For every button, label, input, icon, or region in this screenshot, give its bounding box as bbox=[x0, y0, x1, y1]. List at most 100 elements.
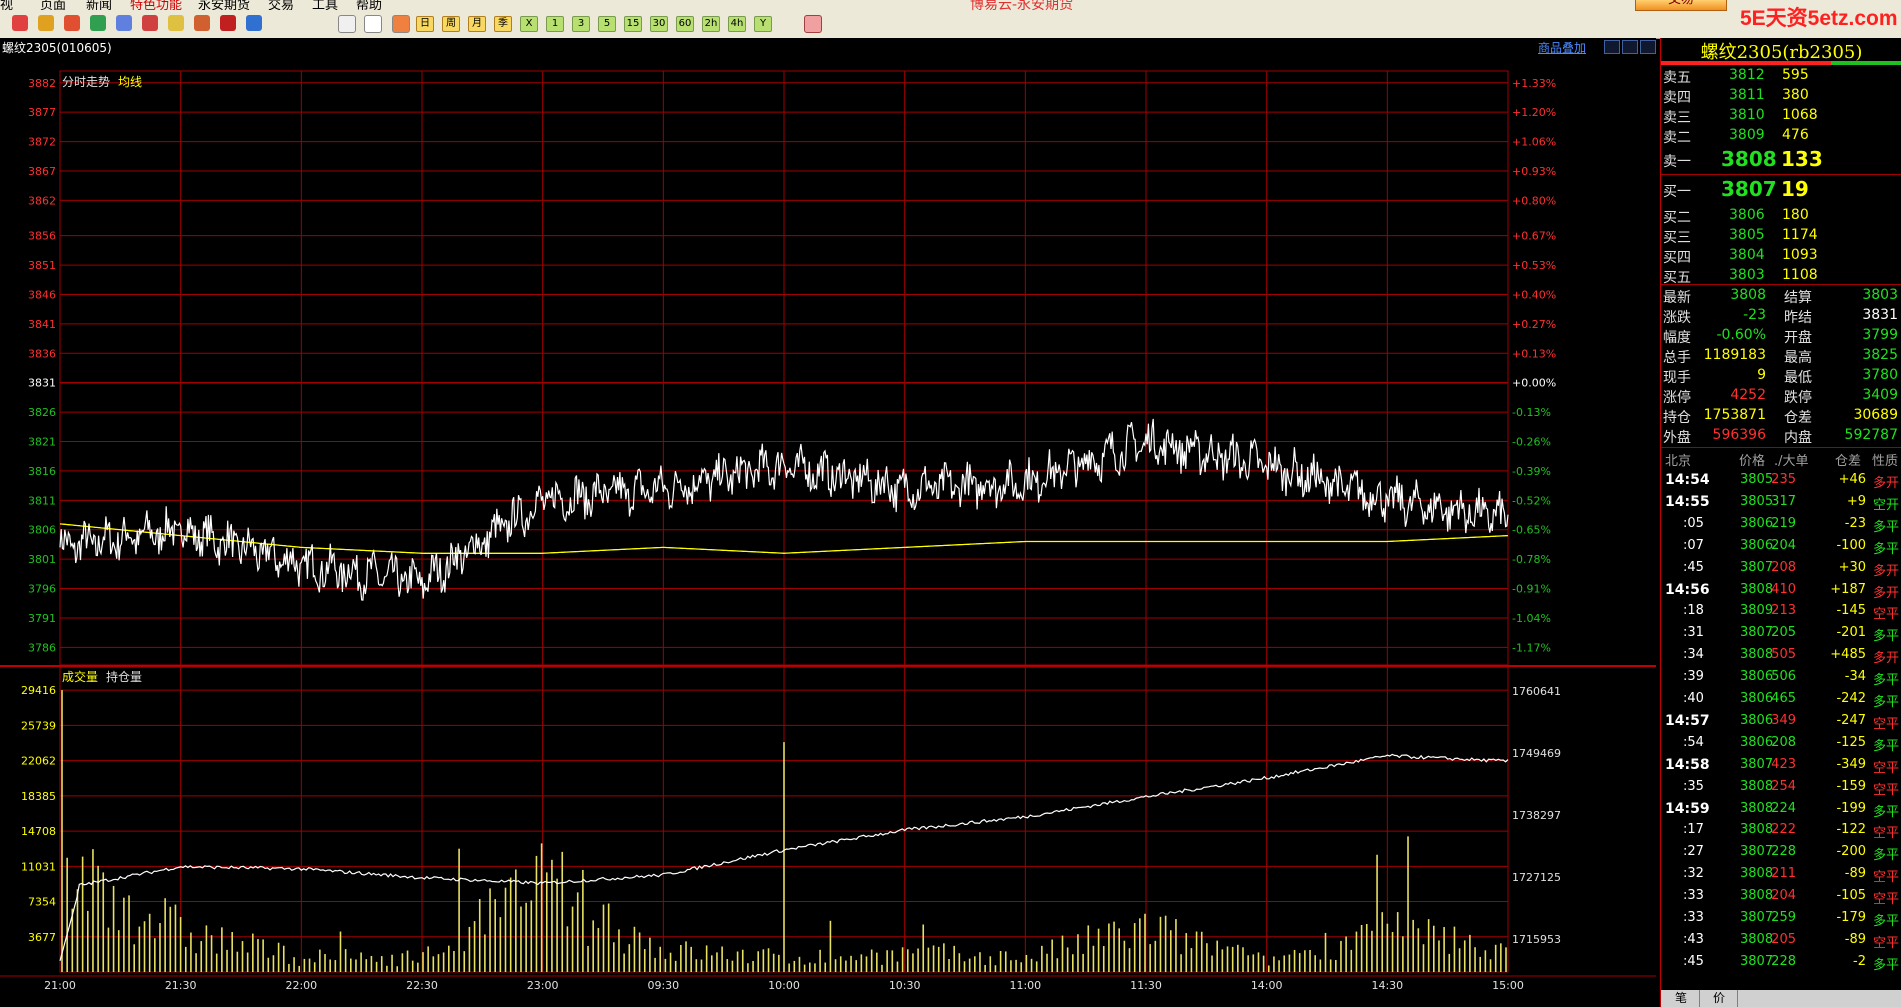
expand-icon[interactable] bbox=[1640, 40, 1656, 54]
overlay-commodity-link[interactable]: 商品叠加 bbox=[1538, 39, 1586, 56]
period-button-8[interactable]: 15 bbox=[624, 16, 642, 32]
tick-price: 3807 bbox=[1740, 910, 1774, 925]
period-button-9[interactable]: 30 bbox=[650, 16, 668, 32]
volume-tick-label: 18385 bbox=[21, 790, 56, 803]
tick-time: :35 bbox=[1683, 778, 1704, 794]
menu-item-7[interactable]: 帮助 bbox=[356, 0, 382, 10]
tick-price: 3806 bbox=[1740, 691, 1774, 706]
tick-time: :33 bbox=[1683, 910, 1704, 925]
tv-icon[interactable] bbox=[64, 15, 80, 31]
tick-row: 14:56 3808 410 +187 多开 bbox=[1661, 580, 1901, 601]
menu-bar: 视 页面 新闻 特色功能 永安期货 交易 工具 帮助 bbox=[0, 0, 1901, 10]
book-icon[interactable] bbox=[38, 15, 54, 31]
pct-tick-label: +0.00% bbox=[1512, 377, 1556, 390]
trade-button[interactable]: 交易 bbox=[1635, 0, 1727, 11]
ask-label: 卖四 bbox=[1663, 90, 1691, 106]
ask-row: 卖三 3810 1068 bbox=[1661, 106, 1901, 126]
time-tick-label: 23:00 bbox=[527, 979, 559, 992]
menu-item-1[interactable]: 页面 bbox=[40, 0, 66, 10]
menu-item-0[interactable]: 视 bbox=[0, 0, 13, 10]
new-icon[interactable] bbox=[246, 15, 262, 31]
tick-oi-change: -125 bbox=[1836, 734, 1866, 750]
tick-volume: 465 bbox=[1771, 691, 1796, 706]
period-button-13[interactable]: Y bbox=[754, 16, 772, 32]
bid-row: 买一 3807 19 bbox=[1661, 177, 1901, 201]
tick-oi-change: -200 bbox=[1836, 844, 1866, 860]
period-button-12[interactable]: 4h bbox=[728, 16, 746, 32]
kline-icon[interactable] bbox=[392, 15, 410, 33]
ask-label: 卖五 bbox=[1663, 70, 1691, 86]
tick-volume: 259 bbox=[1771, 910, 1796, 925]
bottom-tab-0[interactable]: 笔 bbox=[1663, 990, 1700, 1007]
calendar-icon[interactable] bbox=[804, 15, 822, 33]
tick-price: 3808 bbox=[1740, 888, 1774, 904]
search-icon[interactable] bbox=[116, 15, 132, 31]
split-icon[interactable] bbox=[1622, 40, 1638, 54]
menu-item-4[interactable]: 永安期货 bbox=[198, 0, 250, 10]
period-button-0[interactable]: 日 bbox=[416, 16, 434, 32]
period-button-6[interactable]: 3 bbox=[572, 16, 590, 32]
period-button-5[interactable]: 1 bbox=[546, 16, 564, 32]
tick-row: :31 3807 205 -201 多平 bbox=[1661, 623, 1901, 644]
intraday-icon[interactable] bbox=[364, 15, 382, 33]
pct-tick-label: -0.13% bbox=[1512, 406, 1551, 419]
ask-volume: 1068 bbox=[1782, 107, 1818, 123]
bid-volume: 180 bbox=[1782, 207, 1809, 223]
zoom-icon[interactable] bbox=[142, 15, 158, 31]
time-tick-label: 15:00 bbox=[1492, 979, 1524, 992]
period-button-7[interactable]: 5 bbox=[598, 16, 616, 32]
tick-nature: 多开 bbox=[1873, 585, 1900, 601]
stat-value: 3409 bbox=[1862, 387, 1898, 403]
stat-value: 9 bbox=[1757, 367, 1766, 383]
period-button-11[interactable]: 2h bbox=[702, 16, 720, 32]
zoom-icon[interactable] bbox=[1604, 40, 1620, 54]
stat-label: 最低 bbox=[1784, 370, 1812, 386]
tick-time: :45 bbox=[1683, 953, 1704, 969]
refresh-icon[interactable] bbox=[90, 15, 106, 31]
menu-item-5[interactable]: 交易 bbox=[268, 0, 294, 10]
tick-volume: 205 bbox=[1771, 625, 1796, 641]
tick-row: :32 3808 211 -89 空平 bbox=[1661, 864, 1901, 885]
price-tick-label: 3801 bbox=[28, 553, 56, 566]
tick-nature: 多平 bbox=[1873, 519, 1900, 535]
menu-item-2[interactable]: 新闻 bbox=[86, 0, 112, 10]
home-icon[interactable] bbox=[12, 15, 28, 31]
separator bbox=[1661, 174, 1901, 175]
bid-row: 买五 3803 1108 bbox=[1661, 266, 1901, 286]
price-chart-title: 分时走势 bbox=[62, 75, 110, 89]
menu-item-6[interactable]: 工具 bbox=[312, 0, 338, 10]
tick-time: :39 bbox=[1683, 669, 1704, 685]
time-tick-label: 11:00 bbox=[1009, 979, 1041, 992]
stat-row: 涨跌 -23 昨结 3831 bbox=[1661, 306, 1901, 326]
ask-volume: 476 bbox=[1782, 127, 1809, 143]
tick-volume: 211 bbox=[1771, 866, 1796, 882]
intraday-chart[interactable]: 3882 +1.33% 3877 +1.20% 3872 +1.06% 3867 +0.93%… bbox=[0, 38, 1656, 1007]
tick-price: 3808 bbox=[1740, 800, 1774, 816]
stat-value: 30689 bbox=[1853, 407, 1898, 423]
tick-price: 3809 bbox=[1740, 603, 1774, 619]
bottom-tab-1[interactable]: 价 bbox=[1701, 990, 1738, 1007]
filter-icon[interactable] bbox=[220, 15, 236, 31]
period-button-10[interactable]: 60 bbox=[676, 16, 694, 32]
menu-item-3[interactable]: 特色功能 bbox=[130, 0, 182, 10]
tick-volume: 505 bbox=[1771, 647, 1796, 663]
intraday-chart-area[interactable]: 3882 +1.33% 3877 +1.20% 3872 +1.06% 3867 +0.93%… bbox=[0, 38, 1656, 1007]
pen-icon[interactable] bbox=[168, 15, 184, 31]
period-button-4[interactable]: X bbox=[520, 16, 538, 32]
ask-volume: 133 bbox=[1781, 147, 1823, 171]
period-button-3[interactable]: 季 bbox=[494, 16, 512, 32]
tick-price: 3805 bbox=[1740, 493, 1774, 509]
tick-row: 14:55 3805 317 +9 空开 bbox=[1661, 492, 1901, 513]
tick-row: :34 3808 505 +485 多开 bbox=[1661, 645, 1901, 666]
tick-nature: 多平 bbox=[1873, 848, 1900, 864]
period-button-1[interactable]: 周 bbox=[442, 16, 460, 32]
tick-price: 3808 bbox=[1740, 778, 1774, 794]
pct-tick-label: +0.27% bbox=[1512, 318, 1556, 331]
table-icon[interactable] bbox=[338, 15, 356, 33]
tick-volume: 423 bbox=[1771, 756, 1796, 772]
pct-tick-label: -0.39% bbox=[1512, 465, 1551, 478]
period-button-2[interactable]: 月 bbox=[468, 16, 486, 32]
tick-price: 3808 bbox=[1740, 931, 1774, 947]
hand-icon[interactable] bbox=[194, 15, 210, 31]
pct-tick-label: +0.13% bbox=[1512, 347, 1556, 360]
